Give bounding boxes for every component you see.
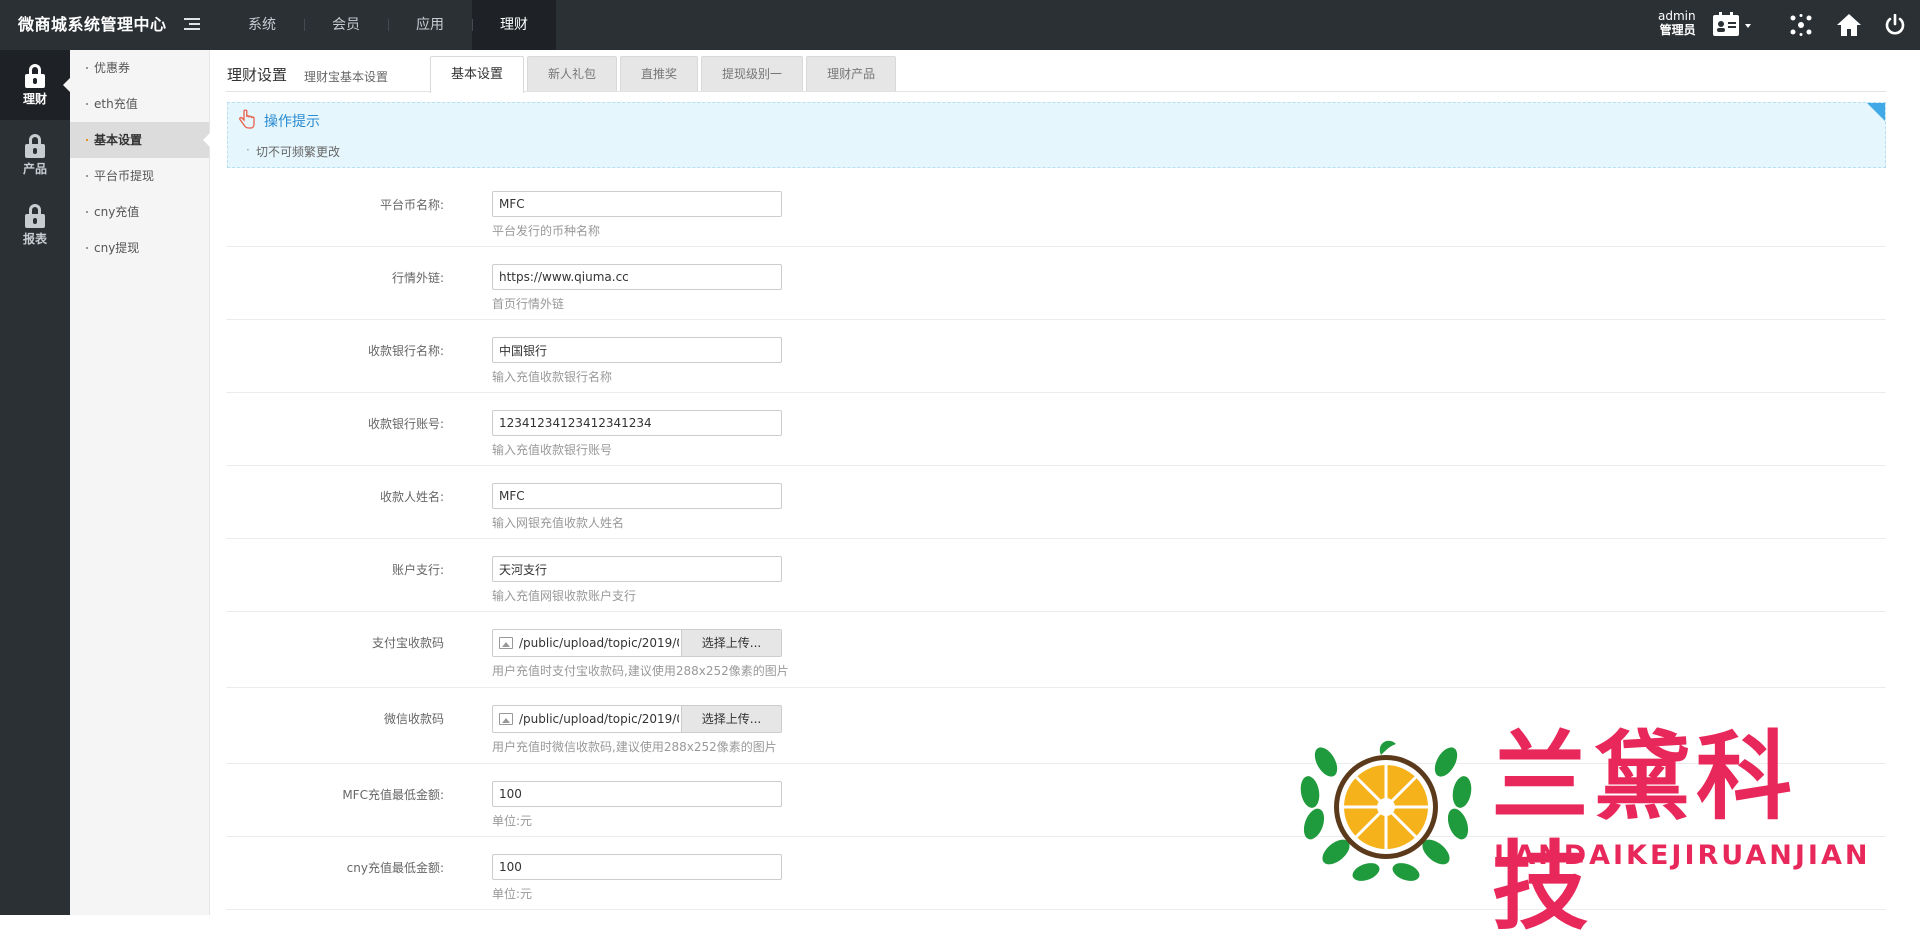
top-nav: 系统 会员 应用 理财 [220,0,556,50]
market-link-input[interactable] [492,264,782,290]
bank-account-input[interactable] [492,410,782,436]
form-row-platform-coin: 平台币名称: 平台发行的币种名称 [226,174,1886,247]
field-hint: 平台发行的币种名称 [492,224,601,238]
upload-path[interactable]: /public/upload/topic/2019/0 [519,630,679,656]
payee-name-input[interactable] [492,483,782,509]
module-sidebar: 理财 产品 报表 [0,50,70,915]
field-hint: 用户充值时支付宝收款码,建议使用288x252像素的图片 [492,664,789,678]
field-hint: 单位:元 [492,814,533,828]
page-subtitle: 理财宝基本设置 [304,70,389,84]
nav-member[interactable]: 会员 [304,0,388,50]
watermark-subtext: LANDAIKEJIRUANJIAN [1494,840,1871,871]
home-icon[interactable] [1834,10,1864,40]
tip-title: 操作提示 [264,114,320,130]
submenu-cny-recharge[interactable]: cny充值 [70,194,209,230]
field-hint: 用户充值时微信收款码,建议使用288x252像素的图片 [492,740,777,754]
menu-toggle-icon[interactable] [184,18,200,32]
field-label: 收款银行账号: [367,417,444,431]
image-icon [499,713,513,725]
user-name: admin [1658,9,1696,23]
field-hint: 输入充值收款银行名称 [492,370,613,384]
bank-name-input[interactable] [492,337,782,363]
field-hint: 首页行情外链 [492,297,565,311]
mfc-min-input[interactable] [492,781,782,807]
module-label: 报表 [22,231,47,246]
field-label: 平台币名称: [379,198,444,212]
user-role: 管理员 [1659,23,1696,37]
field-hint: 输入充值收款银行账号 [492,443,613,457]
choose-upload-button[interactable]: 选择上传... [681,630,781,656]
tab-basic-settings[interactable]: 基本设置 [430,56,525,93]
profile-card-icon[interactable] [1710,10,1756,40]
power-icon[interactable] [1880,10,1910,40]
field-label: 收款人姓名: [379,490,444,504]
submenu-coupon[interactable]: 优惠券 [70,50,209,86]
wechat-qr-upload[interactable]: /public/upload/topic/2019/0 选择上传... [492,705,782,733]
sub-menu: 优惠券 eth充值 基本设置 平台币提现 cny充值 cny提现 [70,50,210,915]
title-row: 理财设置 理财宝基本设置 基本设置 新人礼包 直推奖 提现级别一 理财产品 [226,56,1886,93]
network-icon[interactable] [1786,10,1816,40]
form-row-branch: 账户支行: 输入充值网银收款账户支行 [226,539,1886,612]
field-label: MFC充值最低金额: [342,788,444,802]
watermark-text: 兰黛科技 [1492,720,1798,943]
cny-min-input[interactable] [492,854,782,880]
tab-newcomer-gift[interactable]: 新人礼包 [527,56,618,91]
form-row-bank-name: 收款银行名称: 输入充值收款银行名称 [226,320,1886,393]
lock-icon [25,63,45,88]
app-title: 微商城系统管理中心 [18,15,167,34]
nav-finance[interactable]: 理财 [472,0,556,50]
branch-input[interactable] [492,556,782,582]
tab-finance-products[interactable]: 理财产品 [806,56,897,91]
user-info[interactable]: admin 管理员 [1658,9,1696,37]
collapse-corner-icon[interactable] [1867,103,1885,121]
tab-bar: 基本设置 新人礼包 直推奖 提现级别一 理财产品 [430,56,899,93]
tab-direct-reward[interactable]: 直推奖 [620,56,699,91]
field-label: 行情外链: [391,271,444,285]
top-bar: 微商城系统管理中心 系统 会员 应用 理财 admin 管理员 [0,0,1920,50]
form-row-payee-name: 收款人姓名: 输入网银充值收款人姓名 [226,466,1886,539]
module-product[interactable]: 产品 [0,120,70,190]
platform-coin-input[interactable] [492,191,782,217]
alipay-qr-upload[interactable]: /public/upload/topic/2019/0 选择上传... [492,629,782,657]
submenu-basic-settings[interactable]: 基本设置 [70,122,210,158]
field-hint: 单位:元 [492,887,533,901]
submenu-eth-recharge[interactable]: eth充值 [70,86,209,122]
module-label: 产品 [22,161,47,176]
submenu-cny-withdraw[interactable]: cny提现 [70,230,209,266]
image-icon [499,637,513,649]
module-label: 理财 [22,91,47,106]
upload-path[interactable]: /public/upload/topic/2019/0 [519,706,679,732]
field-label: 账户支行: [391,563,444,577]
orange-wreath-logo-icon [1300,740,1472,881]
module-report[interactable]: 报表 [0,190,70,260]
module-finance[interactable]: 理财 [0,50,70,120]
lock-icon [25,133,45,158]
nav-apps[interactable]: 应用 [388,0,472,50]
form-row-market-link: 行情外链: 首页行情外链 [226,247,1886,320]
tip-item: 切不可频繁更改 [246,143,340,160]
form-row-bank-account: 收款银行账号: 输入充值收款银行账号 [226,393,1886,466]
watermark: 兰黛科技 LANDAIKEJIRUANJIAN [1296,722,1896,942]
form-row-alipay-qr: 支付宝收款码 /public/upload/topic/2019/0 选择上传.… [226,612,1886,688]
tab-withdraw-level-one[interactable]: 提现级别一 [701,56,804,91]
page-title: 理财设置 [227,66,288,84]
pointer-hand-icon [238,109,256,132]
lock-icon [25,203,45,228]
operation-tip: 操作提示 切不可频繁更改 [227,102,1886,168]
choose-upload-button[interactable]: 选择上传... [681,706,781,732]
field-label: 微信收款码 [383,712,444,726]
field-hint: 输入网银充值收款人姓名 [492,516,625,530]
field-hint: 输入充值网银收款账户支行 [492,589,637,603]
nav-system[interactable]: 系统 [220,0,304,50]
field-label: 收款银行名称: [367,344,444,358]
field-label: cny充值最低金额: [346,861,444,875]
submenu-coin-withdraw[interactable]: 平台币提现 [70,158,209,194]
field-label: 支付宝收款码 [371,636,444,650]
